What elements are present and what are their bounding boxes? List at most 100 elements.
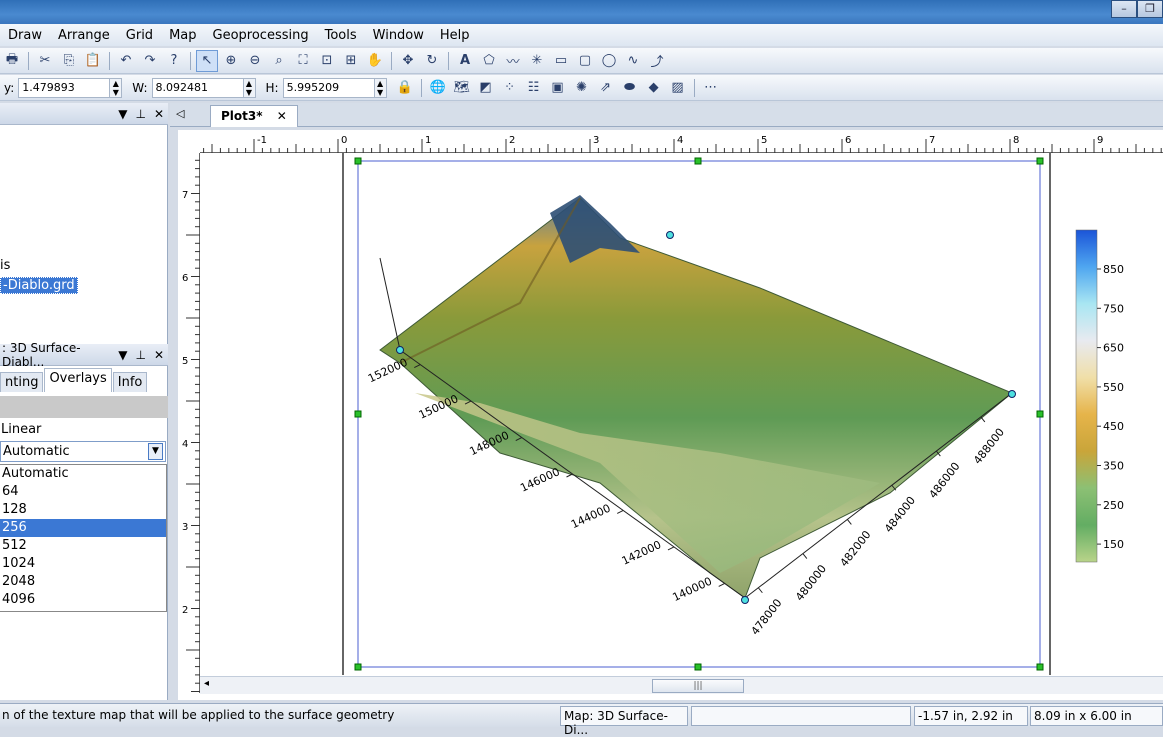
tab-overlays[interactable]: Overlays — [44, 368, 112, 392]
zoom-fit-icon[interactable]: ⛶ — [292, 50, 314, 72]
w-input[interactable] — [151, 77, 244, 98]
color-scale-bar[interactable] — [1075, 229, 1098, 563]
option-256[interactable]: 256 — [0, 519, 166, 537]
globe-icon[interactable]: 🌐 — [427, 77, 449, 99]
zoom-rect-icon[interactable]: ⌕ — [268, 50, 290, 72]
redo-icon[interactable]: ↷ — [139, 50, 161, 72]
move-icon[interactable]: ✥ — [397, 50, 419, 72]
resize-handle[interactable] — [354, 663, 362, 671]
rounded-rectangle-icon[interactable]: ▢ — [574, 50, 596, 72]
chevron-down-icon[interactable]: ▼ — [148, 443, 163, 460]
image-map-icon[interactable]: ▣ — [547, 77, 569, 99]
post-map-icon[interactable]: ⁘ — [499, 77, 521, 99]
surface-3d-icon[interactable]: ◆ — [643, 77, 665, 99]
h-spinner[interactable]: ▲ ▼ — [374, 77, 387, 98]
menu-map[interactable]: Map — [161, 28, 204, 43]
main-toolbar: 🖶 ✂ ⎘ 📋 ↶ ↷ ? ↖ ⊕ ⊖ ⌕ ⛶ ⊡ ⊞ ✋ ✥ ↻ A ⬠ 〰 … — [0, 48, 1163, 74]
y-input[interactable] — [18, 77, 111, 98]
resize-handle[interactable] — [694, 663, 702, 671]
option-64[interactable]: 64 — [0, 483, 166, 501]
tab-lighting[interactable]: nting — [0, 372, 44, 392]
help-icon[interactable]: ? — [163, 50, 185, 72]
option-1024[interactable]: 1024 — [0, 555, 166, 573]
minimize-button[interactable]: – — [1111, 0, 1137, 18]
symbol-icon[interactable]: ✳ — [526, 50, 548, 72]
text-icon[interactable]: A — [454, 50, 476, 72]
zoom-in-icon[interactable]: ⊕ — [220, 50, 242, 72]
wireframe-icon[interactable]: ⬬ — [619, 77, 641, 99]
paste-icon[interactable]: 📋 — [82, 50, 104, 72]
reshape-icon[interactable]: ⤴ — [646, 50, 668, 72]
rotate-handle[interactable] — [1008, 390, 1016, 398]
resize-handle[interactable] — [354, 157, 362, 165]
watershed-icon[interactable]: ▨ — [667, 77, 689, 99]
resize-handle[interactable] — [354, 410, 362, 418]
option-128[interactable]: 128 — [0, 501, 166, 519]
option-4096[interactable]: 4096 — [0, 591, 166, 609]
pin-icon[interactable]: ⊥ — [135, 348, 145, 362]
classed-post-icon[interactable]: ☷ — [523, 77, 545, 99]
menu-help[interactable]: Help — [432, 28, 478, 43]
shaded-relief-icon[interactable]: ✺ — [571, 77, 593, 99]
w-spinner[interactable]: ▲ ▼ — [243, 77, 256, 98]
color-relief-icon[interactable]: ◩ — [475, 77, 497, 99]
menu-geoprocessing[interactable]: Geoprocessing — [205, 28, 317, 43]
texture-resolution-select[interactable]: Automatic ▼ — [0, 441, 166, 462]
scroll-left-icon[interactable]: ◂ — [204, 678, 209, 689]
y-spinner[interactable]: ▲ ▼ — [110, 77, 123, 98]
h-label: H: — [265, 80, 279, 95]
panel-menu-icon[interactable]: ▼ — [118, 107, 127, 121]
rotate-handle[interactable] — [741, 596, 749, 604]
axis-tick — [757, 587, 763, 594]
vector-map-icon[interactable]: ⇗ — [595, 77, 617, 99]
polygon-icon[interactable]: ⬠ — [478, 50, 500, 72]
tree-item-axis[interactable]: is — [0, 258, 10, 273]
tab-scroll-left-icon[interactable]: ◁ — [176, 107, 184, 120]
zoom-selected-icon[interactable]: ⊞ — [340, 50, 362, 72]
lock-icon[interactable]: 🔒 — [394, 77, 416, 99]
copy-icon[interactable]: ⎘ — [58, 50, 80, 72]
menu-grid[interactable]: Grid — [118, 28, 161, 43]
menu-draw[interactable]: Draw — [0, 28, 50, 43]
option-2048[interactable]: 2048 — [0, 573, 166, 591]
cut-icon[interactable]: ✂ — [34, 50, 56, 72]
h-input[interactable] — [282, 77, 375, 98]
panel-menu-icon[interactable]: ▼ — [118, 348, 127, 362]
tree-item-grid-file[interactable]: -Diablo.grd — [0, 277, 78, 294]
zoom-page-icon[interactable]: ⊡ — [316, 50, 338, 72]
grid-tools-icon[interactable]: ⋯ — [700, 77, 722, 99]
select-arrow-icon[interactable]: ↖ — [196, 49, 218, 72]
menu-window[interactable]: Window — [365, 28, 432, 43]
close-tab-icon[interactable]: ✕ — [277, 109, 287, 123]
toolbar-separator — [448, 51, 449, 70]
resize-handle[interactable] — [694, 157, 702, 165]
rotate-handle[interactable] — [396, 346, 404, 354]
menu-arrange[interactable]: Arrange — [50, 28, 118, 43]
close-icon[interactable]: ✕ — [154, 107, 164, 121]
spline-icon[interactable]: ∿ — [622, 50, 644, 72]
tab-info[interactable]: Info — [112, 372, 148, 392]
option-automatic[interactable]: Automatic — [0, 465, 166, 483]
menu-tools[interactable]: Tools — [317, 28, 365, 43]
undo-icon[interactable]: ↶ — [115, 50, 137, 72]
resize-handle[interactable] — [1036, 663, 1044, 671]
polyline-icon[interactable]: 〰 — [502, 50, 524, 72]
option-512[interactable]: 512 — [0, 537, 166, 555]
restore-button[interactable]: ❐ — [1137, 0, 1163, 18]
surface-plot[interactable]: 1520001500001480001460001440001420001400… — [200, 153, 1163, 675]
pin-icon[interactable]: ⊥ — [135, 107, 145, 121]
resize-handle[interactable] — [1036, 410, 1044, 418]
close-icon[interactable]: ✕ — [154, 348, 164, 362]
resize-handle[interactable] — [1036, 157, 1044, 165]
scrollbar-thumb[interactable]: ||| — [652, 679, 744, 693]
zoom-out-icon[interactable]: ⊖ — [244, 50, 266, 72]
rotate-handle[interactable] — [666, 231, 674, 239]
horizontal-scrollbar[interactable]: ◂ ||| — [200, 676, 1163, 694]
pan-hand-icon[interactable]: ✋ — [364, 50, 386, 72]
base-map-icon[interactable]: 🗺 — [451, 77, 473, 99]
tab-plot3[interactable]: Plot3* ✕ — [210, 105, 298, 127]
rectangle-icon[interactable]: ▭ — [550, 50, 572, 72]
rotate-icon[interactable]: ↻ — [421, 50, 443, 72]
ellipse-icon[interactable]: ◯ — [598, 50, 620, 72]
print-icon[interactable]: 🖶 — [1, 50, 23, 72]
